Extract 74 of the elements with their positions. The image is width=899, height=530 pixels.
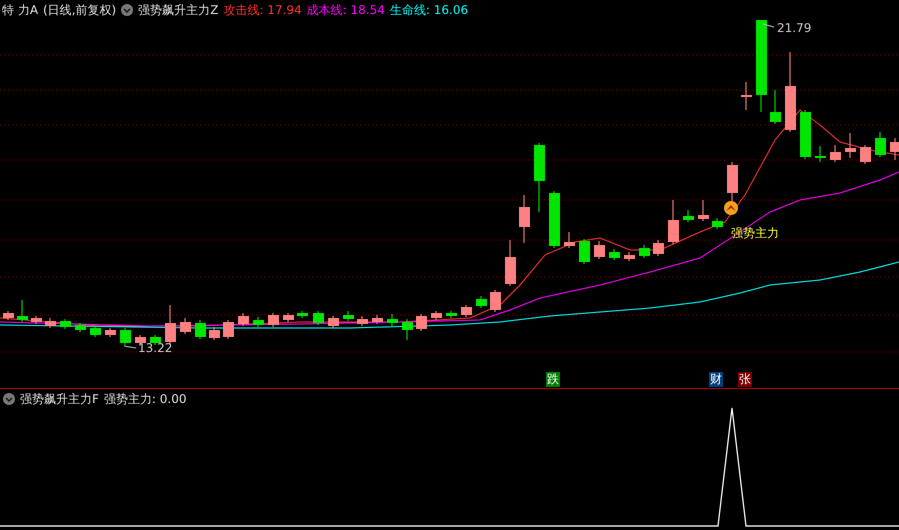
dropdown-icon[interactable]: [3, 393, 15, 405]
leader-line: [124, 346, 136, 348]
candlestick: [165, 304, 176, 344]
candlestick: [446, 310, 457, 318]
candlestick: [253, 316, 264, 328]
high-price-label: 21.79: [777, 21, 812, 35]
candlestick: [416, 314, 427, 332]
candlestick: [75, 322, 86, 332]
candlestick: [223, 320, 234, 340]
candlestick: [209, 326, 220, 340]
candlestick: [17, 300, 28, 322]
leader-line: [762, 24, 774, 28]
candlestick: [343, 310, 354, 322]
candlestick: [815, 146, 826, 162]
stock-name: 特 力A: [2, 2, 38, 18]
signal-tag: 张: [738, 372, 752, 387]
indicator-name: 强势飙升主力Z: [138, 2, 218, 18]
candlestick: [860, 144, 871, 164]
candlestick: [845, 132, 856, 158]
candlestick: [741, 82, 752, 110]
candlestick: [297, 310, 308, 318]
line-legend: 攻击线: 17.94: [223, 2, 302, 18]
candlestick: [120, 328, 131, 346]
candlestick: [402, 318, 413, 340]
candlestick: [639, 244, 650, 258]
candlestick: [668, 200, 679, 244]
candlestick: [60, 318, 71, 330]
candlestick: [800, 110, 811, 160]
candlestick: [549, 190, 560, 248]
signal-tag: 财: [709, 372, 723, 387]
low-price-label: 13.22: [138, 341, 172, 355]
indicator-name: 强势飙升主力F: [20, 390, 99, 408]
candlestick: [431, 310, 442, 320]
candlestick: [180, 318, 191, 334]
candlestick: [564, 232, 575, 248]
candlestick: [45, 318, 56, 328]
candlestick: [313, 310, 324, 326]
candlestick: [31, 316, 42, 324]
candlestick: [268, 312, 279, 328]
candlestick: [461, 304, 472, 318]
candlestick: [609, 248, 620, 260]
dropdown-icon[interactable]: [121, 4, 134, 16]
candlestick: [890, 138, 899, 160]
signal-tag: 跌: [546, 372, 560, 387]
candlestick: [105, 328, 116, 338]
candlestick: [698, 200, 709, 222]
candlestick: [490, 290, 501, 312]
candlestick: [624, 252, 635, 262]
line-legend: 生命线: 16.06: [390, 2, 468, 18]
candlestick: [387, 314, 398, 326]
candlestick: [238, 312, 249, 326]
candlestick: [328, 316, 339, 328]
candlestick: [357, 316, 368, 326]
signal-icon: [724, 201, 738, 215]
candlestick: [534, 142, 545, 212]
indicator-reading: 强势主力: 0.00: [104, 390, 186, 408]
candlestick: [3, 310, 14, 320]
candlestick: [712, 218, 723, 230]
candlestick: [875, 132, 886, 158]
candlestick: [770, 90, 781, 124]
candlestick: [476, 296, 487, 308]
candlestick: [90, 326, 101, 338]
line-legend: 成本线: 18.54: [306, 2, 385, 18]
candlestick: [519, 194, 530, 244]
candlestick: [195, 320, 206, 340]
period-label: (日线,前复权): [43, 2, 116, 18]
candlestick: [283, 312, 294, 322]
candlestick: [372, 314, 383, 324]
candlestick: [683, 210, 694, 222]
candlestick: [653, 240, 664, 256]
candlestick: [505, 240, 516, 286]
candlestick: [830, 144, 841, 162]
candlestick: [579, 238, 590, 264]
candlestick: [594, 240, 605, 260]
